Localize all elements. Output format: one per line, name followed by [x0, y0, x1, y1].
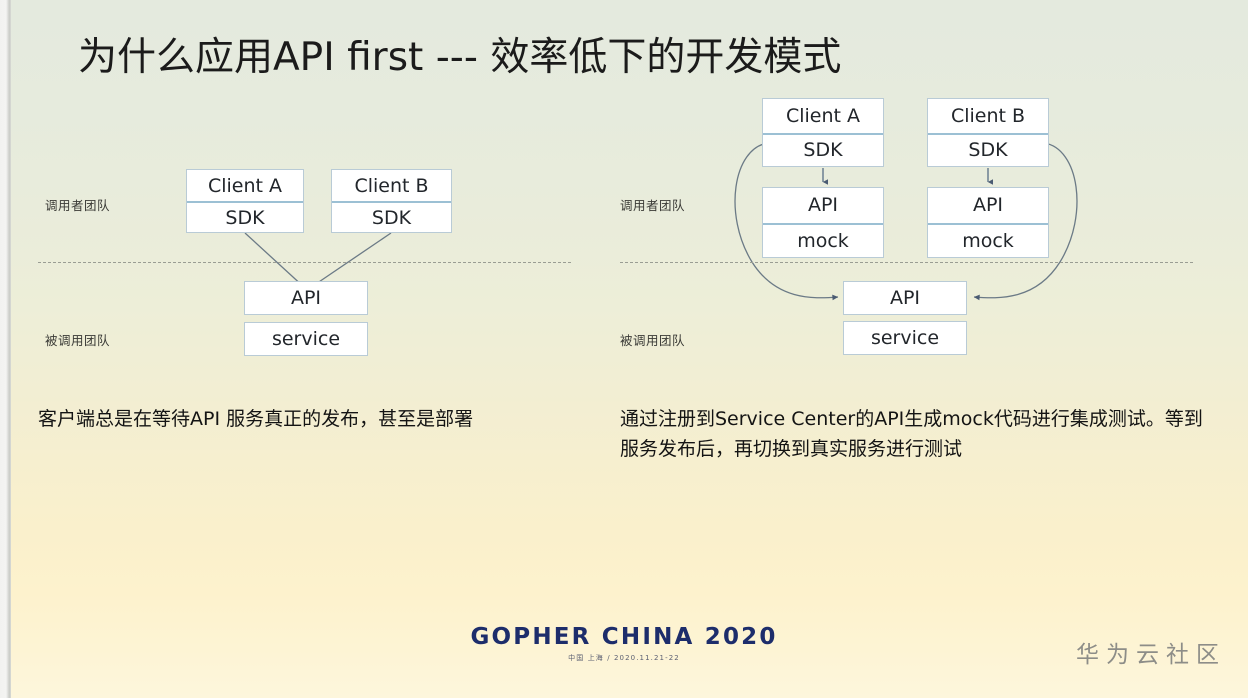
right-client-b-sdk: SDK	[928, 132, 1048, 167]
right-mock-a-api: API	[807, 194, 839, 217]
right-client-a-title: Client A	[785, 104, 861, 127]
right-caller-team-label: 调用者团队	[620, 198, 686, 213]
right-mock-a-mock: mock	[763, 222, 883, 258]
right-service-box[interactable]: service	[843, 321, 967, 355]
left-caption: 客户端总是在等待API 服务真正的发布，甚至是部署	[38, 408, 474, 430]
right-client-b-box[interactable]: Client B SDK	[927, 98, 1049, 167]
conference-name: GOPHER CHINA 2020	[470, 624, 778, 650]
conference-subtitle: 中国 上海 / 2020.11.21-22	[568, 654, 680, 662]
right-client-a-box[interactable]: Client A SDK	[762, 98, 884, 167]
right-mock-a-box[interactable]: API mock	[762, 187, 884, 258]
right-callee-team-label: 被调用团队	[620, 333, 686, 348]
right-caption: 通过注册到Service Center的API生成mock代码进行集成测试。等到…	[620, 408, 1203, 460]
right-diagram-connectors	[734, 142, 1078, 301]
conference-logo: GOPHER CHINA 2020 中国 上海 / 2020.11.21-22	[0, 624, 1248, 663]
brand-watermark: 华为云社区	[1076, 642, 1226, 668]
right-api-box[interactable]: API	[843, 281, 967, 315]
right-mock-b-box[interactable]: API mock	[927, 187, 1049, 258]
slide-canvas: 为什么应用API first --- 效率低下的开发模式 调用者团队 被调用团队…	[0, 0, 1248, 698]
right-mock-b-mock: mock	[928, 222, 1048, 258]
right-diagram: 调用者团队 被调用团队 Client A SDK Client B SDK AP…	[0, 0, 1248, 698]
right-team-divider	[620, 262, 1193, 263]
right-client-a-sdk: SDK	[763, 132, 883, 167]
right-mock-b-api: API	[972, 194, 1004, 217]
right-client-b-title: Client B	[950, 104, 1026, 127]
